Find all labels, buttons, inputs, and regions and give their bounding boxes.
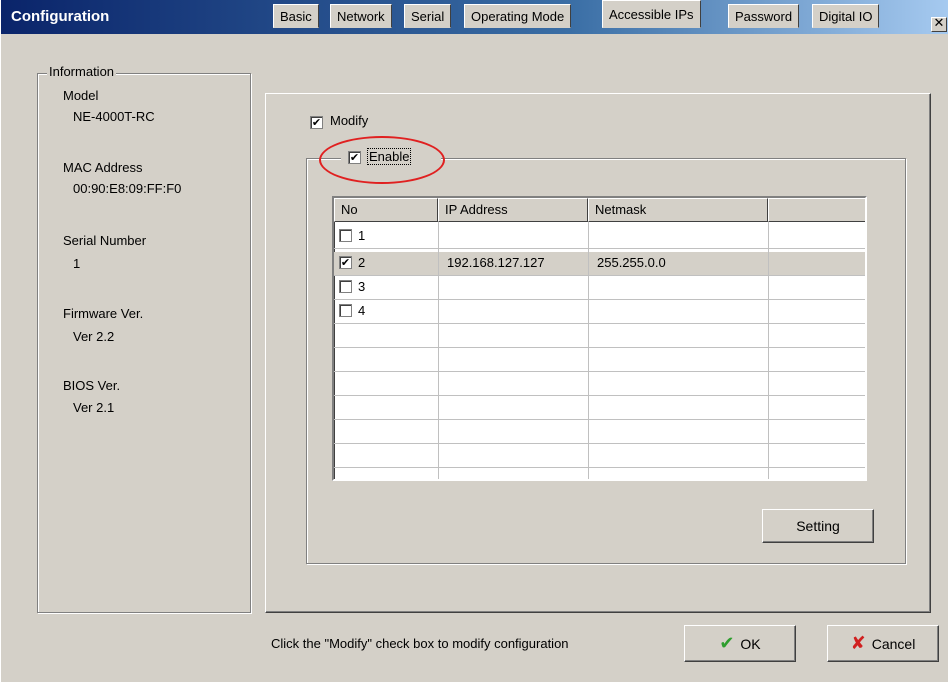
highlight-circle	[319, 136, 445, 184]
table-row-empty	[334, 372, 865, 396]
ok-button-label: OK	[740, 636, 761, 652]
row-checkbox[interactable]: ✔	[339, 256, 352, 269]
cancel-button[interactable]: ✘ Cancel	[827, 625, 939, 662]
tab-serial-label: Serial	[411, 9, 445, 24]
cancel-x-icon: ✘	[850, 633, 866, 654]
table-row[interactable]: 1	[334, 225, 865, 249]
table-row[interactable]: 3	[334, 276, 865, 300]
tab-basic-label: Basic	[280, 9, 312, 24]
checkmark-icon: ✔	[311, 116, 322, 129]
row-netmask: 255.255.0.0	[597, 255, 666, 270]
column-divider	[588, 222, 589, 479]
row-checkbox[interactable]	[339, 280, 352, 293]
row-number: 1	[358, 228, 366, 243]
firmware-version-label: Firmware Ver.	[63, 306, 144, 321]
tab-network-label: Network	[337, 9, 385, 24]
table-row-empty	[334, 420, 865, 444]
ok-button[interactable]: ✔ OK	[684, 625, 796, 662]
modify-label: Modify	[330, 113, 369, 128]
table-row-empty	[334, 444, 865, 468]
configuration-window: Configuration ✕ Information Model NE-400…	[0, 0, 948, 682]
tab-digital-io-label: Digital IO	[819, 9, 873, 24]
status-hint: Click the "Modify" check box to modify c…	[271, 636, 569, 651]
row-number: 4	[358, 303, 366, 318]
mac-address-label: MAC Address	[63, 160, 143, 175]
bios-version-label: BIOS Ver.	[63, 378, 121, 393]
row-number: 2	[358, 255, 366, 270]
information-group	[37, 73, 251, 613]
accessible-ip-table[interactable]: No IP Address Netmask 1 ✔ 2 192.168.127.…	[332, 196, 867, 481]
tab-accessible-ips[interactable]: Accessible IPs	[602, 0, 701, 28]
setting-button[interactable]: Setting	[762, 509, 874, 543]
bios-version-value: Ver 2.1	[73, 400, 115, 415]
column-divider	[438, 222, 439, 479]
firmware-version-value: Ver 2.2	[73, 329, 115, 344]
tab-digital-io[interactable]: Digital IO	[812, 4, 880, 28]
model-value: NE-4000T-RC	[73, 109, 155, 124]
tab-serial[interactable]: Serial	[404, 4, 452, 28]
column-header-extra[interactable]	[768, 198, 865, 222]
row-checkbox[interactable]	[339, 304, 352, 317]
model-label: Model	[63, 88, 99, 103]
row-ip-address: 192.168.127.127	[447, 255, 545, 270]
close-button[interactable]: ✕	[931, 17, 947, 32]
table-row-empty	[334, 396, 865, 420]
column-header-netmask[interactable]: Netmask	[588, 198, 768, 222]
serial-number-label: Serial Number	[63, 233, 147, 248]
column-divider	[768, 222, 769, 479]
ok-check-icon: ✔	[719, 633, 735, 654]
checkmark-icon: ✔	[340, 256, 351, 269]
modify-checkbox[interactable]: ✔	[310, 116, 323, 129]
column-header-no[interactable]: No	[334, 198, 438, 222]
row-number: 3	[358, 279, 366, 294]
table-row[interactable]: ✔ 2 192.168.127.127 255.255.0.0	[334, 252, 865, 276]
cancel-button-label: Cancel	[871, 636, 916, 652]
tab-password-label: Password	[735, 9, 793, 24]
window-title: Configuration	[11, 8, 110, 25]
tab-network[interactable]: Network	[330, 4, 392, 28]
table-row[interactable]: 4	[334, 300, 865, 324]
column-header-ip-address[interactable]: IP Address	[438, 198, 588, 222]
setting-button-label: Setting	[796, 518, 840, 534]
tab-operating-mode-label: Operating Mode	[471, 9, 565, 24]
tab-operating-mode[interactable]: Operating Mode	[464, 4, 572, 28]
table-row-empty	[334, 348, 865, 372]
table-row-empty	[334, 324, 865, 348]
information-legend: Information	[47, 64, 117, 79]
tab-accessible-ips-label: Accessible IPs	[609, 7, 694, 22]
tab-basic[interactable]: Basic	[273, 4, 319, 28]
mac-address-value: 00:90:E8:09:FF:F0	[73, 181, 182, 196]
close-icon: ✕	[933, 16, 945, 31]
row-checkbox[interactable]	[339, 229, 352, 242]
tab-password[interactable]: Password	[728, 4, 800, 28]
serial-number-value: 1	[73, 256, 81, 271]
